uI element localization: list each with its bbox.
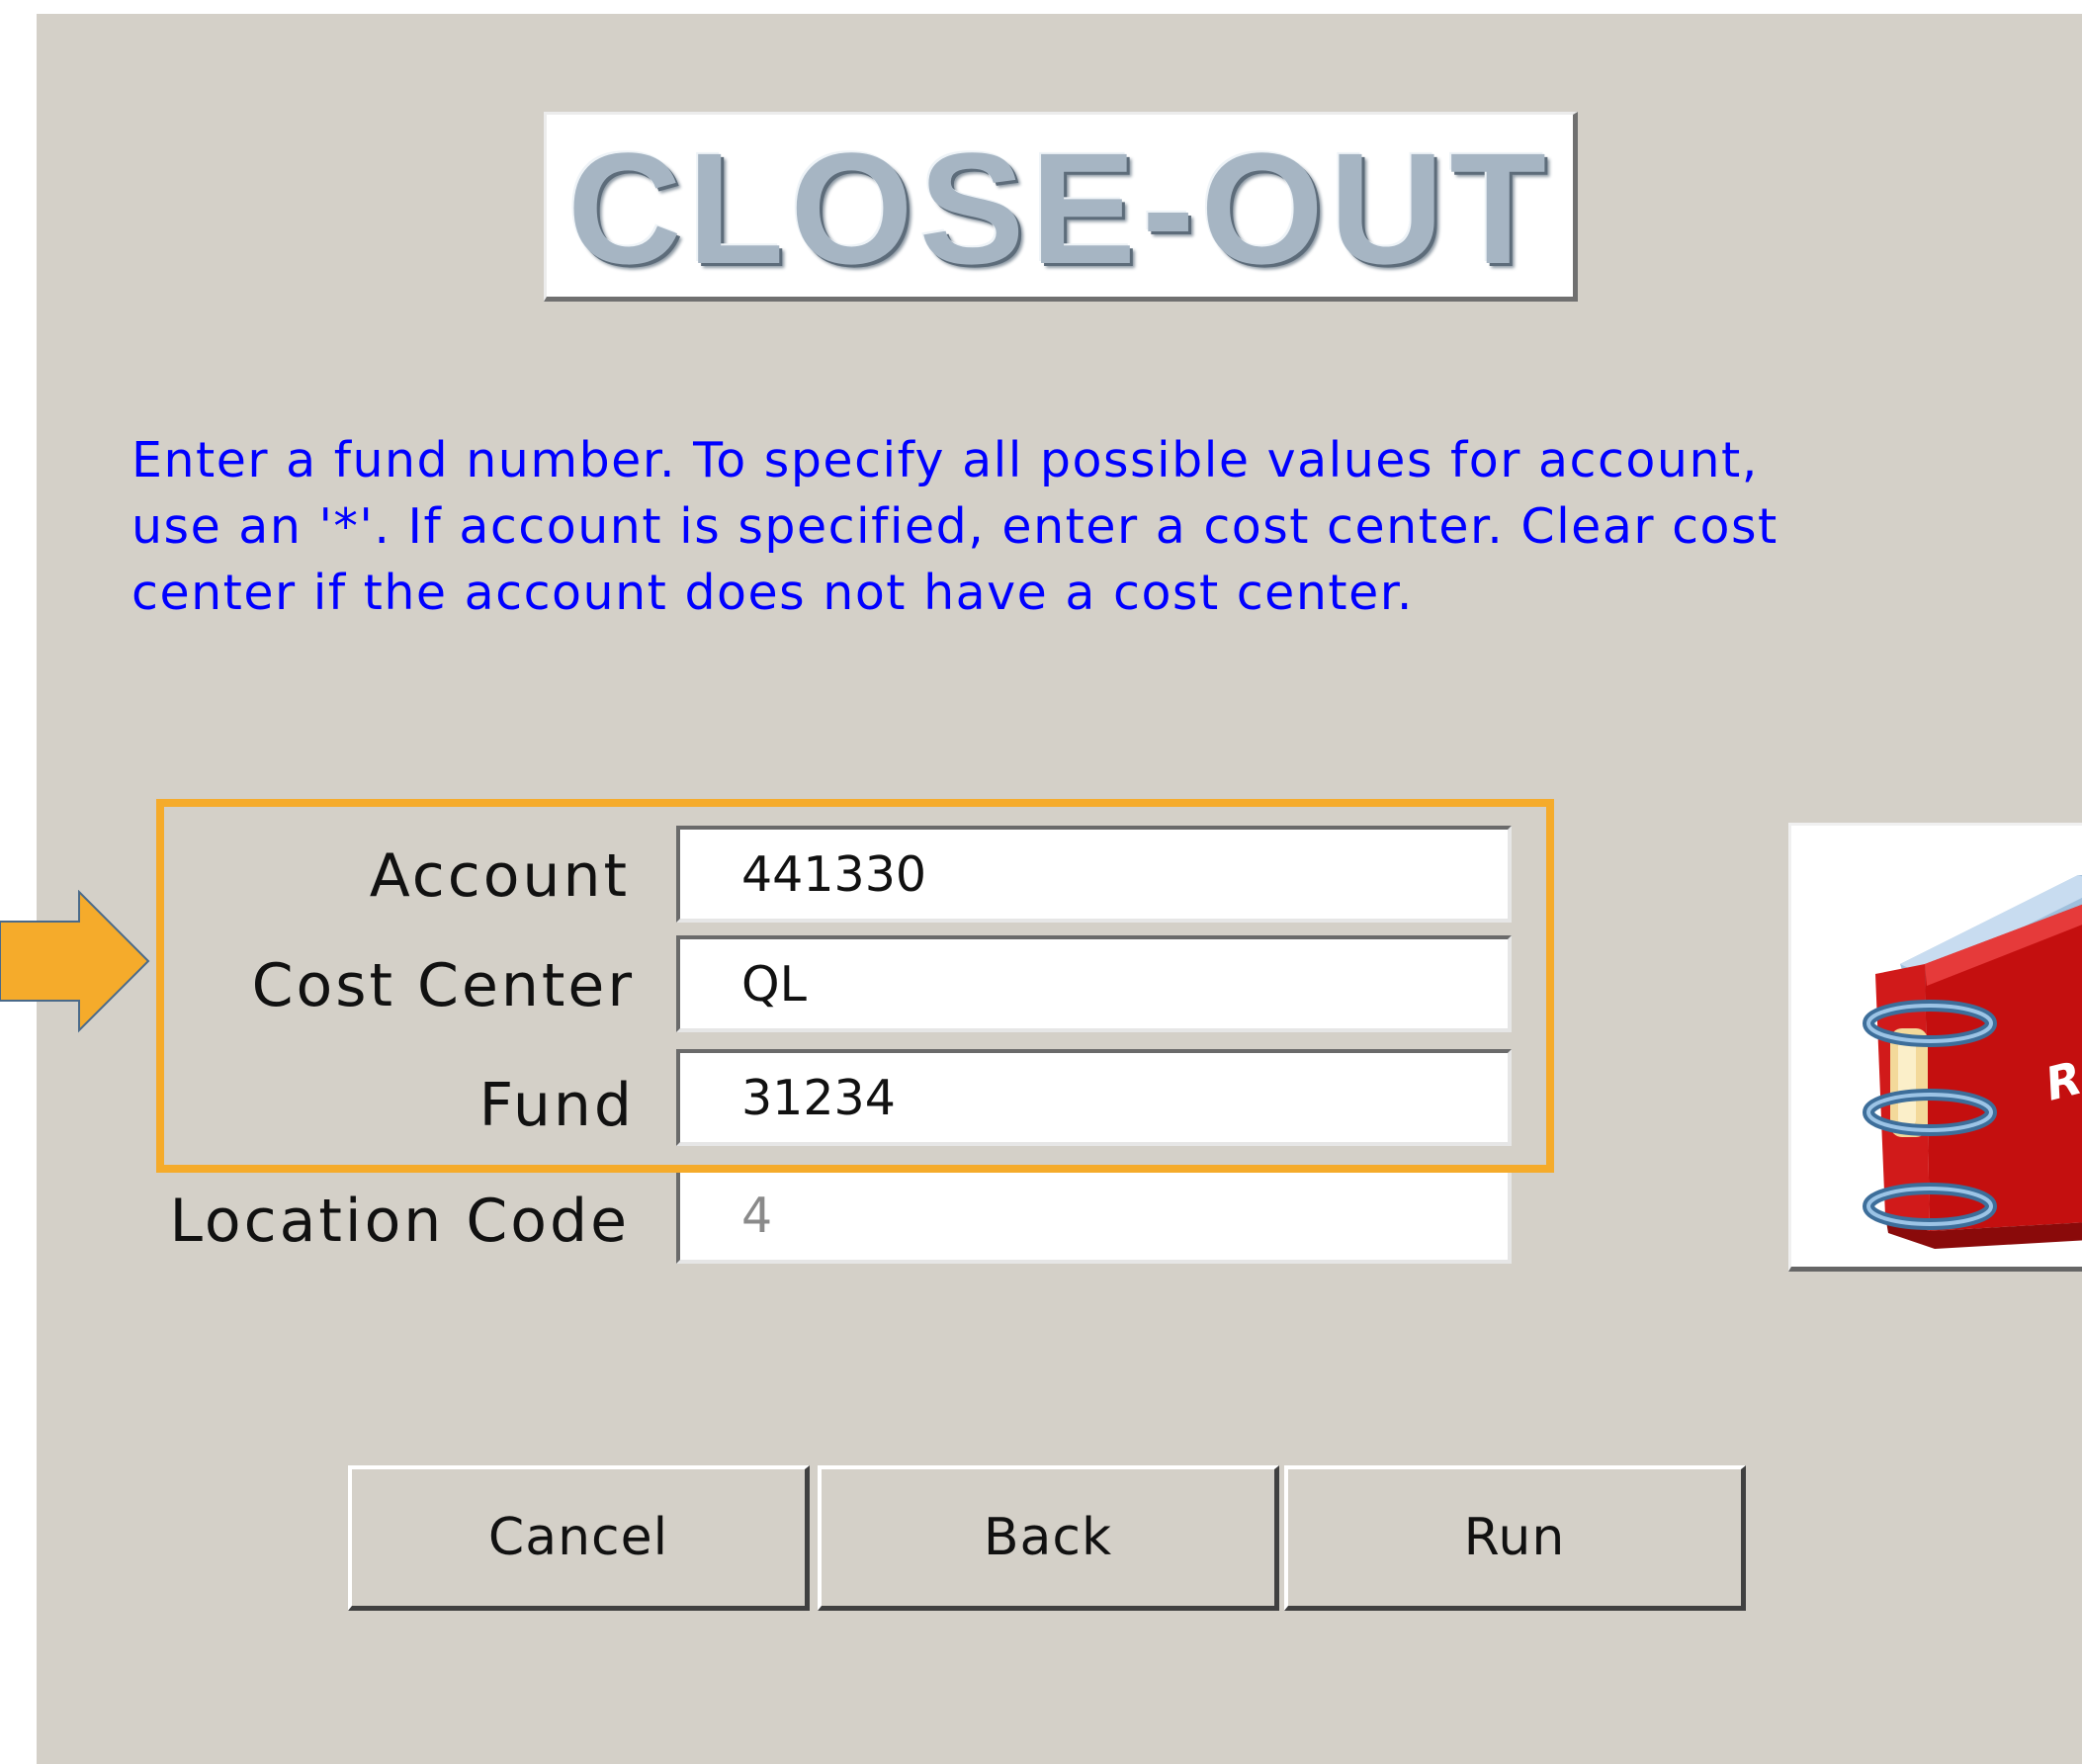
fund-input[interactable] [676,1049,1512,1146]
location-code-label: Location Code [169,1187,630,1256]
fund-label: Fund [478,1071,635,1140]
location-code-input [676,1167,1512,1264]
account-label: Account [369,841,630,911]
pointer-arrow-icon [0,890,150,1033]
cost-center-input[interactable] [676,935,1512,1032]
cost-center-label: Cost Center [251,951,635,1020]
report-book-icon: RE [1863,875,2082,1249]
account-input[interactable] [676,826,1512,923]
title-banner: CLOSE-OUT [544,112,1578,302]
page-title: CLOSE-OUT [566,120,1553,297]
cancel-button[interactable]: Cancel [348,1465,810,1611]
report-image-frame: RE [1788,823,2082,1272]
instructions-text: Enter a fund number. To specify all poss… [131,432,1778,621]
run-button[interactable]: Run [1284,1465,1746,1611]
back-button[interactable]: Back [818,1465,1279,1611]
